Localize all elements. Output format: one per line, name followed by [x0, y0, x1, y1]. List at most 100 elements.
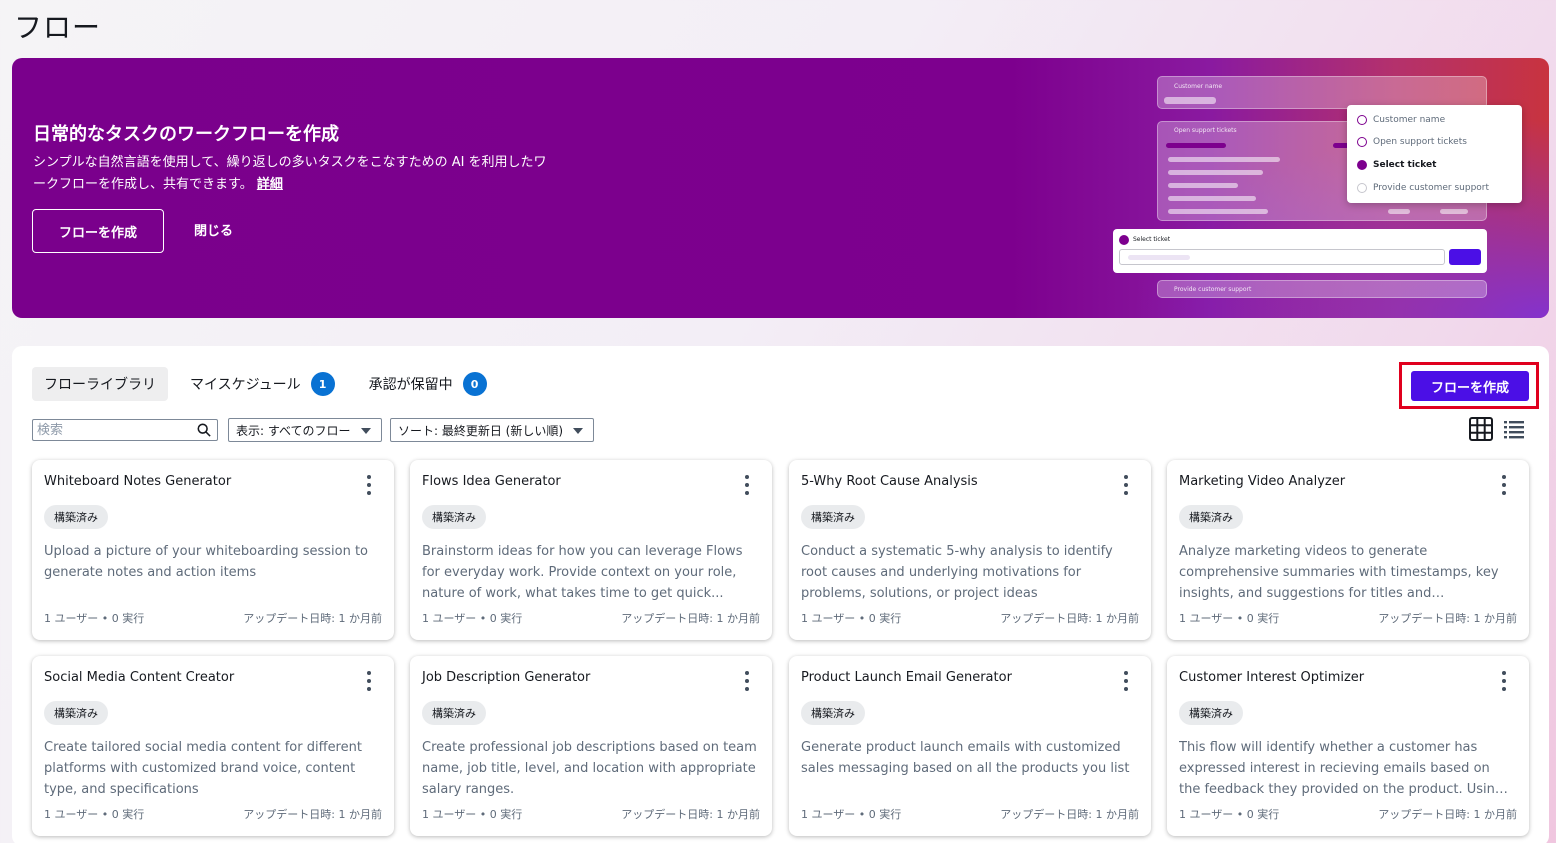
card-meta: 1 ユーザー • 0 実行	[44, 808, 145, 821]
hero-description-text: シンプルな自然言語を使用して、繰り返しの多いタスクをこなすための AI を利用し…	[33, 155, 547, 192]
search-icon[interactable]	[197, 423, 211, 437]
hero-banner: 日常的なタスクのワークフローを作成 シンプルな自然言語を使用して、繰り返しの多い…	[12, 58, 1549, 318]
grid-view-icon[interactable]	[1469, 417, 1493, 441]
create-flow-button[interactable]: フローを作成	[1411, 371, 1529, 401]
card-meta: 1 ユーザー • 0 実行	[44, 612, 145, 625]
list-view-icon[interactable]	[1504, 419, 1524, 439]
flow-card[interactable]: Flows Idea Generator 構築済み Brainstorm ide…	[410, 460, 772, 640]
card-title: Job Description Generator	[422, 670, 591, 685]
ticket-icon	[1357, 160, 1367, 170]
search-input[interactable]	[33, 420, 193, 440]
card-meta: 1 ユーザー • 0 実行	[422, 612, 523, 625]
more-options-icon[interactable]	[738, 671, 756, 693]
card-description: Brainstorm ideas for how you can leverag…	[422, 544, 743, 601]
card-updated: アップデート日時: 1 か月前	[243, 808, 382, 821]
ticket-icon	[1119, 235, 1129, 245]
ill-bar	[1168, 170, 1263, 175]
filter-dropdown[interactable]: 表示: すべてのフロー	[228, 418, 382, 442]
create-flow-highlight: フローを作成	[1399, 362, 1539, 409]
check-circle-icon	[1357, 115, 1367, 125]
card-description: Create tailored social media content for…	[44, 740, 362, 797]
status-badge: 構築済み	[1179, 701, 1243, 725]
status-badge: 構築済み	[801, 701, 865, 725]
card-description: Analyze marketing videos to generate com…	[1179, 544, 1499, 601]
ill-tickets-label: Open support tickets	[1174, 127, 1237, 134]
card-title: 5-Why Root Cause Analysis	[801, 474, 978, 489]
card-description: Create professional job descriptions bas…	[422, 740, 757, 797]
count-badge: 0	[462, 372, 487, 396]
flow-card[interactable]: Product Launch Email Generator 構築済み Gene…	[789, 656, 1151, 836]
card-meta: 1 ユーザー • 0 実行	[801, 612, 902, 625]
hero-description: シンプルな自然言語を使用して、繰り返しの多いタスクをこなすための AI を利用し…	[33, 152, 553, 196]
more-options-icon[interactable]	[738, 475, 756, 497]
card-title: Product Launch Email Generator	[801, 670, 1012, 685]
ill-step: Open support tickets	[1357, 137, 1467, 147]
ill-step: Customer name	[1357, 115, 1445, 125]
flow-card[interactable]: Job Description Generator 構築済み Create pr…	[410, 656, 772, 836]
tab-flow-library[interactable]: フローライブラリ	[32, 367, 168, 401]
more-options-icon[interactable]	[360, 671, 378, 693]
card-updated: アップデート日時: 1 か月前	[621, 612, 760, 625]
status-badge: 構築済み	[422, 505, 486, 529]
more-options-icon[interactable]	[1117, 475, 1135, 497]
ill-bar	[1168, 183, 1238, 188]
filter-dropdown-value: 表示: すべてのフロー	[236, 423, 351, 438]
flow-card[interactable]: Customer Interest Optimizer 構築済み This fl…	[1167, 656, 1529, 836]
flow-card[interactable]: Marketing Video Analyzer 構築済み Analyze ma…	[1167, 460, 1529, 640]
flow-card[interactable]: Whiteboard Notes Generator 構築済み Upload a…	[32, 460, 394, 640]
ill-button	[1449, 249, 1481, 265]
flow-card[interactable]: Social Media Content Creator 構築済み Create…	[32, 656, 394, 836]
sort-dropdown[interactable]: ソート: 最終更新日 (新しい順)	[390, 418, 594, 442]
more-options-icon[interactable]	[1495, 475, 1513, 497]
hero-title: 日常的なタスクのワークフローを作成	[33, 124, 339, 145]
search-box	[32, 419, 218, 441]
page-title: フロー	[14, 11, 102, 44]
status-badge: 構築済み	[422, 701, 486, 725]
card-updated: アップデート日時: 1 か月前	[1000, 612, 1139, 625]
ill-bar	[1166, 143, 1226, 148]
status-badge: 構築済み	[44, 505, 108, 529]
card-meta: 1 ユーザー • 0 実行	[1179, 612, 1280, 625]
ill-bar	[1388, 209, 1410, 214]
card-updated: アップデート日時: 1 か月前	[621, 808, 760, 821]
more-options-icon[interactable]	[360, 475, 378, 497]
card-updated: アップデート日時: 1 か月前	[1000, 808, 1139, 821]
tab-pending-approval[interactable]: 承認が保留中 0	[357, 367, 499, 401]
ill-support-card: Provide customer support	[1157, 280, 1487, 298]
caret-down-icon	[573, 428, 583, 434]
learn-more-link[interactable]: 詳細	[257, 177, 283, 192]
ill-step: Select ticket	[1357, 160, 1436, 170]
more-options-icon[interactable]	[1117, 671, 1135, 693]
ill-bar	[1168, 209, 1268, 214]
ill-bar	[1128, 255, 1190, 260]
caret-down-icon	[361, 428, 371, 434]
hero-create-flow-button[interactable]: フローを作成	[32, 209, 164, 253]
ill-select-ticket-card: Select ticket	[1113, 229, 1487, 273]
flow-card[interactable]: 5-Why Root Cause Analysis 構築済み Conduct a…	[789, 460, 1151, 640]
card-updated: アップデート日時: 1 か月前	[1378, 612, 1517, 625]
card-meta: 1 ユーザー • 0 実行	[801, 808, 902, 821]
hero-close-button[interactable]: 閉じる	[194, 220, 233, 239]
card-title: Marketing Video Analyzer	[1179, 474, 1346, 489]
flow-library-panel: フローライブラリ マイスケジュール1 承認が保留中0 フローを作成 表示: すべ…	[12, 346, 1549, 843]
more-options-icon[interactable]	[1495, 671, 1513, 693]
status-badge: 構築済み	[1179, 505, 1243, 529]
card-title: Customer Interest Optimizer	[1179, 670, 1365, 685]
card-title: Social Media Content Creator	[44, 670, 235, 685]
card-description: This flow will identify whether a custom…	[1179, 740, 1504, 797]
ill-select-label: Select ticket	[1133, 236, 1171, 243]
card-updated: アップデート日時: 1 か月前	[1378, 808, 1517, 821]
tab-my-schedule[interactable]: マイスケジュール 1	[178, 367, 347, 401]
card-meta: 1 ユーザー • 0 実行	[1179, 808, 1280, 821]
ill-steps-popup: Customer name Open support tickets Selec…	[1347, 105, 1522, 203]
status-badge: 構築済み	[44, 701, 108, 725]
ill-step: Provide customer support	[1357, 183, 1489, 193]
ill-support-label: Provide customer support	[1174, 286, 1252, 293]
sort-dropdown-value: ソート: 最終更新日 (新しい順)	[398, 423, 564, 438]
count-badge: 1	[310, 372, 335, 396]
hero-illustration: Customer name Open support tickets Custo…	[1112, 74, 1532, 304]
card-description: Generate product launch emails with cust…	[801, 740, 1130, 776]
ill-bar	[1440, 209, 1468, 214]
card-description: Conduct a systematic 5-why analysis to i…	[801, 544, 1113, 601]
ill-input	[1119, 249, 1445, 265]
